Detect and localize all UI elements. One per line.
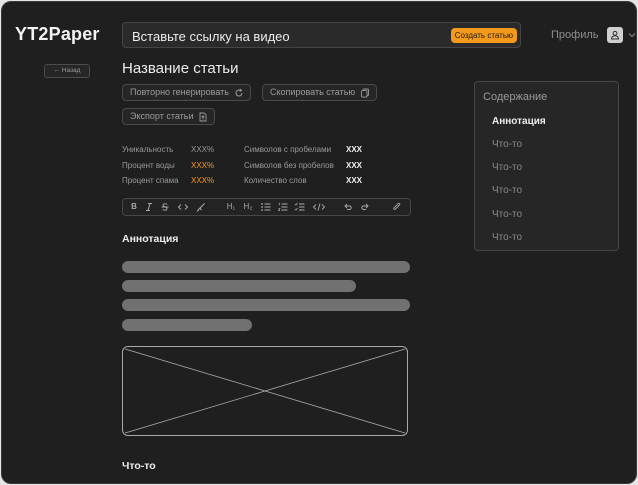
toc-title: Содержание: [483, 91, 548, 103]
video-url-input[interactable]: [132, 28, 452, 44]
export-article-label: Экспорт статьи: [130, 111, 194, 121]
code-block-icon[interactable]: [312, 201, 326, 213]
image-placeholder-cross: [124, 348, 406, 434]
numbered-list-icon[interactable]: [277, 201, 289, 213]
url-search-bar: Создать статью: [122, 22, 521, 48]
strikethrough-icon[interactable]: [160, 201, 170, 213]
user-avatar-icon[interactable]: [606, 27, 623, 43]
heading2-button[interactable]: H₂: [241, 201, 255, 213]
toc-item[interactable]: Что-то: [492, 209, 522, 220]
redo-icon[interactable]: [359, 201, 371, 213]
stats-right-values: XXX XXX XXX: [346, 142, 362, 189]
chars-without-spaces-value: XXX: [346, 160, 363, 170]
app-window: YT2Paper Создать статью Профиль ← Назад …: [1, 1, 637, 484]
text-skeleton-line: [122, 299, 410, 311]
uniqueness-value: XXX%: [191, 145, 215, 154]
chars-with-spaces-label: Символов с пробелами: [244, 145, 332, 154]
chevron-down-icon[interactable]: [628, 30, 637, 40]
undo-icon[interactable]: [342, 201, 354, 213]
section-heading-annotation: Аннотация: [122, 233, 179, 245]
chars-without-spaces-label: Символов без пробелов: [244, 160, 334, 170]
image-placeholder: [122, 346, 408, 436]
app-logo[interactable]: YT2Paper: [15, 24, 100, 45]
checklist-icon[interactable]: [294, 201, 306, 213]
copy-article-label: Скопировать статью: [270, 87, 356, 97]
water-value: XXX%: [191, 160, 215, 170]
stats-left-values: XXX% XXX% XXX%: [191, 142, 214, 189]
regenerate-label: Повторно генерировать: [130, 87, 229, 97]
code-icon[interactable]: [177, 201, 189, 213]
copy-article-button[interactable]: Скопировать статью: [262, 84, 378, 101]
toc-item[interactable]: Что-то: [492, 139, 522, 150]
create-article-button[interactable]: Создать статью: [450, 28, 517, 43]
regenerate-button[interactable]: Повторно генерировать: [122, 84, 251, 101]
toc-item[interactable]: Что-то: [492, 185, 522, 196]
export-article-button[interactable]: Экспорт статьи: [122, 108, 216, 125]
profile-label: Профиль: [551, 29, 599, 41]
text-skeleton-line: [122, 261, 410, 273]
spam-label: Процент спама: [122, 176, 179, 185]
profile-menu[interactable]: Профиль: [551, 27, 637, 43]
italic-icon[interactable]: [144, 201, 154, 213]
toc-item[interactable]: Что-то: [492, 232, 522, 243]
highlighter-icon[interactable]: [195, 201, 207, 213]
table-of-contents: Содержание Аннотация Что-то Что-то Что-т…: [474, 81, 619, 251]
stats-right-labels: Символов с пробелами Символов без пробел…: [244, 142, 334, 189]
toc-item[interactable]: Что-то: [492, 162, 522, 173]
chars-with-spaces-value: XXX: [346, 145, 363, 154]
article-title: Название статьи: [122, 60, 239, 77]
attachment-icon[interactable]: [391, 201, 403, 213]
export-icon: [200, 112, 207, 121]
toc-item-annotation[interactable]: Аннотация: [492, 116, 546, 127]
spam-value: XXX%: [191, 176, 215, 185]
text-skeleton-line: [122, 319, 252, 331]
back-button[interactable]: ← Назад: [44, 64, 90, 78]
editor-toolbar: B H₁ H₂: [122, 198, 411, 216]
section-heading-something: Что-то: [122, 460, 156, 472]
heading1-button[interactable]: H₁: [224, 201, 238, 213]
bold-button[interactable]: B: [129, 201, 139, 213]
word-count-value: XXX: [346, 176, 363, 185]
text-skeleton-line: [122, 280, 356, 292]
uniqueness-label: Уникальность: [122, 145, 174, 154]
word-count-label: Количество слов: [244, 176, 307, 185]
bullet-list-icon[interactable]: [260, 201, 272, 213]
stats-left-labels: Уникальность Процент воды Процент спама: [122, 142, 179, 189]
copy-icon: [361, 88, 370, 98]
water-label: Процент воды: [122, 160, 175, 170]
refresh-icon: [235, 88, 243, 96]
